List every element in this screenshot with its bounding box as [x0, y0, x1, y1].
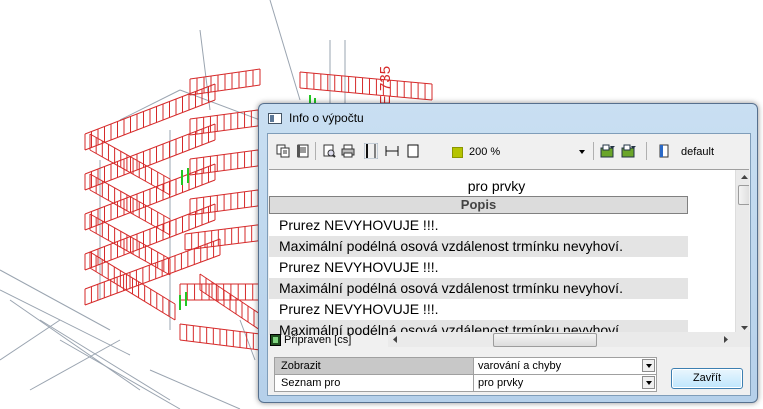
dialog-title: Info o výpočtu	[289, 111, 364, 125]
document-icon[interactable]	[295, 143, 311, 159]
report-horizontal-scrollbar[interactable]	[388, 332, 750, 347]
beam-edge	[189, 188, 266, 200]
dialog-client-area: 200 % default pro prvky Popis Prurez NEV…	[267, 133, 751, 396]
structure-wire	[0, 319, 61, 361]
toolbar-separator	[646, 142, 647, 160]
window-icon	[268, 113, 282, 124]
print-preview-icon[interactable]	[321, 143, 337, 159]
property-label: Zobrazit	[275, 358, 474, 374]
scroll-right-icon[interactable]	[718, 332, 733, 347]
scroll-left-icon[interactable]	[388, 332, 403, 347]
property-value: varování a chyby	[478, 360, 562, 372]
table-row: Maximální podélná osová vzdálenost trmín…	[269, 278, 688, 299]
table-row: Maximální podélná osová vzdálenost trmín…	[269, 236, 688, 257]
template-icon[interactable]	[656, 143, 672, 159]
zoom-dropdown-arrow-icon[interactable]	[579, 150, 585, 154]
status-text: Připraven [cs]	[284, 334, 352, 346]
scroll-up-icon[interactable]	[737, 170, 749, 185]
property-row-zobrazit[interactable]: Zobrazit varování a chyby	[275, 358, 656, 374]
structure-wire	[0, 269, 111, 331]
toolbar-separator	[593, 142, 594, 160]
layout-fit-icon[interactable]	[384, 143, 400, 159]
report-title: pro prvky	[467, 178, 526, 194]
property-row-seznam-pro[interactable]: Seznam pro pro prvky	[275, 375, 656, 391]
printer-icon[interactable]	[340, 143, 356, 159]
beam-edge	[189, 124, 266, 136]
display-filter-select[interactable]: varování a chyby	[475, 358, 656, 374]
calculation-info-dialog: Info o výpočtu 200 % default pro prvky P…	[258, 103, 758, 403]
property-value: pro prvky	[478, 377, 524, 389]
template-select[interactable]: default	[681, 146, 714, 158]
chevron-down-icon[interactable]	[642, 359, 655, 372]
structure-wire	[39, 319, 171, 401]
vertical-scroll-thumb[interactable]	[738, 185, 749, 205]
settings-grid: Zobrazit varování a chyby Seznam pro pro…	[274, 357, 657, 392]
structure-wire	[29, 339, 121, 391]
zoom-select[interactable]: 200 %	[469, 146, 500, 158]
horizontal-scroll-thumb[interactable]	[493, 333, 597, 347]
report-vertical-scrollbar[interactable]	[735, 170, 749, 335]
property-label: Seznam pro	[275, 375, 474, 391]
table-row: Prurez NEVYHOVUJE !!!.	[269, 299, 688, 320]
export-icon[interactable]	[600, 143, 616, 159]
structure-wire	[9, 299, 141, 391]
table-row: Prurez NEVYHOVUJE !!!.	[269, 215, 688, 236]
table-row: Prurez NEVYHOVUJE !!!.	[269, 257, 688, 278]
beam-edge	[189, 204, 266, 216]
chevron-down-icon[interactable]	[642, 376, 655, 389]
report-view[interactable]: pro prvky Popis Prurez NEVYHOVUJE !!!. M…	[269, 169, 749, 335]
report-toolbar: 200 % default	[268, 134, 750, 168]
beam-edge	[189, 148, 266, 160]
status-ready-icon	[270, 334, 281, 346]
structure-wire	[269, 0, 301, 101]
page-icon[interactable]	[405, 143, 421, 159]
list-for-select[interactable]: pro prvky	[475, 375, 656, 391]
beam-edge	[189, 164, 266, 176]
dialog-titlebar[interactable]: Info o výpočtu	[259, 104, 757, 132]
toolbar-separator	[315, 142, 316, 160]
structure-wire	[149, 369, 241, 409]
column-header-popis: Popis	[269, 196, 688, 214]
color-swatch-icon[interactable]	[452, 147, 463, 158]
layout-portrait-icon[interactable]	[363, 143, 379, 159]
structure-wire	[239, 319, 256, 361]
export-all-icon[interactable]	[621, 143, 637, 159]
copy-icon[interactable]	[275, 143, 291, 159]
close-button[interactable]: Zavřít	[671, 368, 743, 389]
